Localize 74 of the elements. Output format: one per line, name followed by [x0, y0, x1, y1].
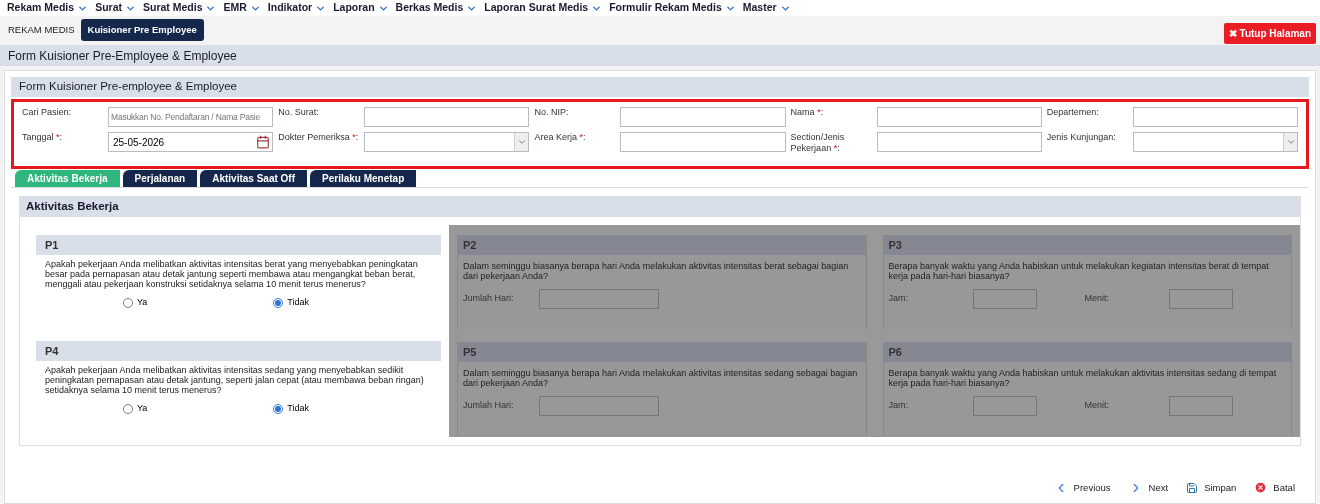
calendar-icon[interactable]: [256, 135, 271, 149]
field-label: Menit:: [1084, 399, 1110, 413]
radio-option[interactable]: Tidak: [273, 296, 310, 310]
chevron-down-icon: [1285, 137, 1296, 147]
field-label: Jam:: [888, 292, 909, 306]
field-label: Jumlah Hari:: [463, 292, 515, 306]
question-code: P6: [883, 342, 1291, 362]
select-field[interactable]: [364, 132, 530, 152]
text-field[interactable]: [364, 107, 530, 127]
menu-item[interactable]: Indikator: [267, 0, 327, 16]
menu-item[interactable]: Surat: [95, 0, 136, 16]
menu-item[interactable]: Laporan Surat Medis: [484, 0, 603, 16]
field-label: Dokter Pemeriksa *:: [278, 132, 360, 143]
select-field[interactable]: [1132, 132, 1298, 152]
question-code: P1: [36, 235, 441, 255]
menu-item[interactable]: Rekam Medis: [7, 0, 89, 16]
save-icon: [1186, 481, 1199, 494]
field-label: Menit:: [1084, 292, 1110, 306]
menu-item[interactable]: Master: [742, 0, 791, 16]
field-label: Section/Jenis Pekerjaan *:: [790, 132, 846, 154]
question-text: Berapa banyak waktu yang Anda habiskan untuk melakukan kegiatan intensitas berat di tempat kerja pada hari-hari biasanya?: [887, 260, 1270, 281]
question-code: P3: [883, 235, 1291, 255]
tab[interactable]: Perjalanan: [122, 170, 198, 187]
menu-item[interactable]: Formulir Rekam Medis: [609, 0, 736, 16]
footer-button[interactable]: Simpan: [1186, 480, 1237, 495]
text-field[interactable]: [1132, 107, 1298, 127]
text-field[interactable]: [620, 132, 786, 152]
question-text: Dalam seminggu biasanya berapa hari Anda melakukan aktivitas intensitas berat sebagai bagian dari pekerjaan Anda?: [462, 260, 850, 281]
field-label: Nama *:: [790, 107, 825, 118]
radio-button[interactable]: [123, 297, 133, 308]
radio-option[interactable]: Tidak: [273, 402, 310, 416]
field-label: Cari Pasien:: [22, 107, 73, 118]
field-label: Tanggal *:: [22, 132, 64, 143]
text-field[interactable]: Masukkan No. Pendaftaran / Nama Pasie: [108, 107, 274, 127]
field-label: Departemen:: [1046, 107, 1100, 118]
field-label: Jenis Kunjungan:: [1046, 132, 1117, 143]
radio-option[interactable]: Ya: [123, 402, 148, 416]
radio-button[interactable]: [123, 403, 133, 414]
field-label: No. NIP:: [534, 107, 570, 118]
date-field[interactable]: 25-05-2026: [108, 132, 274, 152]
cancel-icon: [1254, 481, 1268, 495]
menu-item[interactable]: EMR: [223, 0, 261, 16]
chevron-down-icon: [516, 137, 527, 147]
radio-button[interactable]: [273, 297, 284, 308]
menu-item[interactable]: Surat Medis: [142, 0, 217, 16]
field-label: Area Kerja *:: [534, 132, 587, 143]
form-title: Form Kuisioner Pre-employee & Employee: [11, 77, 1309, 97]
section-title: Aktivitas Bekerja: [20, 197, 1300, 217]
breadcrumb-tab[interactable]: REKAM MEDIS: [8, 22, 75, 38]
text-field[interactable]: [876, 107, 1042, 127]
question-text: Apakah pekerjaan Anda melibatkan aktivitas intensitas berat yang menyebabkan peningkatan besar pada pernapasan atau detak jantung seperti membawa atau mengangkat beban berat, menggali atau pekerjaan konstruksi setidaknya selama 10 menit terus menerus?: [44, 258, 419, 289]
field-label: No. Surat:: [278, 107, 320, 118]
menu-item[interactable]: Laporan: [333, 0, 389, 16]
footer-button[interactable]: Previous: [1053, 480, 1111, 495]
text-field[interactable]: [620, 107, 786, 127]
page-title: Form Kuisioner Pre-Employee & Employee: [0, 45, 1320, 66]
question-code: P5: [458, 342, 866, 362]
field-label: Jumlah Hari:: [463, 399, 515, 413]
radio-option[interactable]: Ya: [123, 296, 148, 310]
question-text: Apakah pekerjaan Anda melibatkan aktivitas intensitas sedang yang menyebabkan sedikit peningkatan pernapasan atau detak jantung, seperti jalan cepat (atau membawa beban ringan) setidaknya selama 10 menit terus menerus?: [44, 364, 425, 395]
question-code: P2: [458, 235, 866, 255]
question-text: Dalam seminggu biasanya berapa hari Anda melakukan aktivitas intensitas sedang sebagai bagian dari pekerjaan Anda?: [462, 367, 859, 388]
close-page-button[interactable]: ✖ Tutup Halaman: [1223, 22, 1316, 44]
menu-item[interactable]: Berkas Medis: [395, 0, 478, 16]
breadcrumb-tab[interactable]: Kuisioner Pre Employee: [80, 18, 204, 42]
tab[interactable]: Aktivitas Saat Off: [200, 170, 307, 187]
radio-button[interactable]: [273, 403, 284, 414]
field-label: Jam:: [888, 399, 909, 413]
tab[interactable]: Perilaku Menetap: [310, 170, 417, 187]
text-field[interactable]: [876, 132, 1042, 152]
footer-button[interactable]: Batal: [1254, 480, 1295, 495]
footer-button[interactable]: Next: [1128, 480, 1169, 495]
question-code: P4: [36, 341, 441, 361]
question-text: Berapa banyak waktu yang Anda habiskan untuk melakukan aktivitas intensitas sedang di tempat kerja pada hari-hari biasanya?: [887, 367, 1278, 388]
